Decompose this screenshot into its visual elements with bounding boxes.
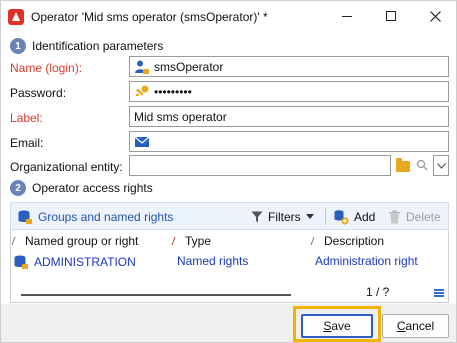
step-badge: 2 (10, 180, 26, 196)
pager-count: 1 / ? (366, 285, 390, 299)
add-button[interactable]: Add (333, 208, 375, 225)
section-title: Operator access rights (32, 181, 153, 195)
close-button[interactable] (413, 1, 457, 31)
section-title: Identification parameters (32, 39, 164, 53)
folder-icon[interactable] (396, 158, 410, 172)
title-bar: Operator 'Mid sms operator (smsOperator)… (0, 0, 457, 32)
email-label: Email: (10, 136, 44, 150)
minimize-icon (342, 15, 352, 17)
column-header-label: Type (185, 234, 212, 248)
name-field[interactable]: smsOperator (129, 56, 449, 77)
search-icon[interactable] (416, 159, 428, 171)
groups-and-rights-label: Groups and named rights (38, 209, 174, 224)
horizontal-scrollbar[interactable] (21, 294, 291, 296)
trash-icon (389, 210, 400, 223)
filters-label: Filters (268, 209, 301, 224)
step-badge: 1 (10, 38, 26, 54)
delete-label: Delete (406, 209, 441, 224)
app-icon (8, 9, 24, 25)
dialog-footer: Save Cancel (1, 304, 456, 342)
save-button[interactable]: Save (301, 314, 373, 338)
operator-dialog: 1 Identification parameters Name (login)… (0, 32, 457, 343)
maximize-icon (386, 11, 396, 21)
org-entity-field[interactable] (129, 155, 391, 176)
save-label: Save (323, 319, 351, 333)
column-header-label: Named group or right (25, 234, 139, 248)
sort-icon (310, 237, 320, 245)
row-description-cell: Administration right (315, 254, 418, 268)
row-type-cell: Named rights (177, 254, 249, 268)
label-field[interactable]: Mid sms operator (129, 106, 449, 127)
password-value: ••••••••• (154, 84, 192, 99)
groups-and-rights-tab[interactable]: Groups and named rights (17, 208, 173, 225)
cancel-label: Cancel (396, 319, 435, 333)
database-icon (18, 210, 32, 224)
dropdown-arrow-icon (305, 214, 314, 219)
label-label: Label: (10, 111, 43, 125)
cancel-button[interactable]: Cancel (382, 314, 449, 338)
name-label: Name (login): (10, 61, 83, 75)
database-icon (14, 255, 28, 269)
minimize-button[interactable] (325, 1, 369, 31)
access-rights-section-header: 2 Operator access rights (10, 180, 153, 196)
org-entity-dropdown[interactable] (433, 155, 449, 176)
column-header-type[interactable]: Type (171, 234, 212, 248)
identification-section-header: 1 Identification parameters (10, 38, 163, 54)
password-label: Password: (10, 86, 67, 100)
name-value: smsOperator (154, 59, 224, 74)
operator-icon (134, 59, 150, 75)
row-name-cell: ADMINISTRATION (13, 254, 136, 270)
sort-icon (11, 237, 21, 245)
column-header-name[interactable]: Named group or right (11, 234, 139, 248)
maximize-button[interactable] (369, 1, 413, 31)
window-title: Operator 'Mid sms operator (smsOperator)… (31, 10, 268, 24)
add-label: Add (354, 209, 376, 224)
add-icon (334, 209, 349, 225)
table-header: Named group or right Type Description (11, 230, 448, 252)
envelope-icon (134, 134, 150, 150)
label-value: Mid sms operator (134, 109, 227, 124)
email-field[interactable] (129, 131, 449, 152)
rights-toolbar: Groups and named rights Filters Add Dele… (10, 202, 449, 230)
column-header-label: Description (324, 234, 385, 248)
filters-button[interactable]: Filters (251, 208, 314, 225)
filter-icon (251, 211, 263, 222)
row-name-value: ADMINISTRATION (34, 255, 136, 269)
close-icon (429, 10, 441, 22)
password-field[interactable]: ••••••••• (129, 81, 449, 102)
list-menu-icon[interactable] (434, 289, 444, 297)
table-row[interactable]: ADMINISTRATION Named rights Administrati… (11, 252, 448, 270)
column-header-description[interactable]: Description (310, 234, 385, 248)
chevron-down-icon (436, 162, 446, 169)
sort-icon (171, 237, 181, 245)
delete-button[interactable]: Delete (388, 208, 441, 225)
toolbar-separator (325, 208, 326, 225)
key-icon (134, 84, 150, 100)
org-entity-label: Organizational entity: (10, 160, 123, 174)
